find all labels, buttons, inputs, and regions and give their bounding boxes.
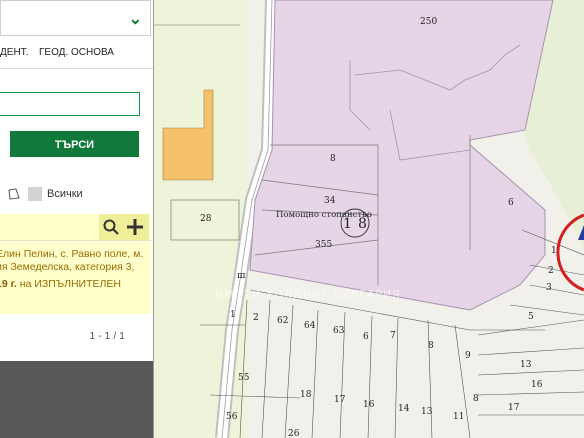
tab-bar: ДЕНТ. ГЕОД. ОСНОВА	[0, 36, 153, 69]
svg-text:2: 2	[253, 313, 259, 323]
svg-text:56: 56	[226, 412, 238, 422]
svg-text:11: 11	[453, 412, 464, 422]
pagination: 1 - 1 / 1	[89, 330, 125, 342]
checkbox-all[interactable]	[28, 187, 42, 201]
svg-text:16: 16	[363, 400, 375, 410]
polygon-icon[interactable]	[7, 187, 21, 201]
result-description: Елин Пелин, с. Равно поле, м. ия Земедел…	[0, 248, 144, 273]
watermark-text: ИМОТИ ХОЛДИНГ БУЛГАРИЯ	[215, 288, 401, 301]
svg-text:6: 6	[363, 332, 369, 342]
results-actions	[99, 214, 149, 240]
result-status: 19 г. на ИЗПЪЛНИТЕЛЕН	[0, 278, 147, 291]
svg-text:3: 3	[546, 283, 552, 293]
shape-filter: Всички	[0, 184, 153, 208]
svg-text:62: 62	[277, 316, 288, 326]
svg-text:355: 355	[315, 240, 332, 250]
add-icon[interactable]	[126, 218, 144, 236]
layer-select[interactable]: ⌄	[0, 0, 151, 36]
filter-all-label: Всички	[47, 188, 83, 200]
svg-text:17: 17	[508, 403, 520, 413]
svg-text:18: 18	[300, 390, 312, 400]
tab-geod-osnova[interactable]: ГЕОД. ОСНОВА	[39, 47, 114, 58]
svg-text:16: 16	[531, 380, 543, 390]
chevron-down-icon[interactable]: ⌄	[129, 9, 142, 29]
search-icon[interactable]	[103, 219, 119, 235]
svg-text:64: 64	[304, 321, 316, 331]
svg-text:63: 63	[333, 326, 345, 336]
svg-text:250: 250	[420, 17, 437, 27]
svg-text:1: 1	[551, 246, 557, 256]
svg-text:7: 7	[390, 331, 396, 341]
svg-text:2: 2	[548, 266, 554, 276]
sidebar-footer	[0, 361, 153, 438]
svg-text:13: 13	[520, 360, 532, 370]
svg-text:Помощно стопанство: Помощно стопанство	[276, 210, 372, 220]
svg-text:28: 28	[200, 214, 212, 224]
svg-text:8: 8	[330, 154, 336, 164]
search-input[interactable]	[0, 92, 140, 116]
search-button[interactable]: ТЪРСИ	[10, 131, 139, 157]
svg-text:ш: ш	[237, 271, 246, 281]
svg-text:6: 6	[508, 198, 514, 208]
result-date: 19 г.	[0, 278, 17, 290]
svg-text:34: 34	[324, 196, 336, 206]
svg-text:5: 5	[528, 312, 534, 322]
svg-text:14: 14	[398, 404, 410, 414]
result-list-item[interactable]: Елин Пелин, с. Равно поле, м. ия Земедел…	[0, 242, 151, 314]
svg-text:9: 9	[465, 351, 471, 361]
svg-text:26: 26	[288, 429, 300, 438]
svg-text:8: 8	[473, 394, 479, 404]
svg-text:17: 17	[334, 395, 346, 405]
result-status-text: на ИЗПЪЛНИТЕЛЕН	[19, 278, 121, 290]
sidebar-panel: ⌄ ДЕНТ. ГЕОД. ОСНОВА ТЪРСИ Всички Елин П…	[0, 0, 154, 438]
svg-text:1: 1	[230, 310, 236, 320]
tab-ident[interactable]: ДЕНТ.	[0, 47, 28, 58]
svg-text:13: 13	[421, 407, 433, 417]
svg-text:8: 8	[428, 341, 434, 351]
svg-text:55: 55	[238, 373, 250, 383]
results-toolbar	[0, 214, 151, 241]
